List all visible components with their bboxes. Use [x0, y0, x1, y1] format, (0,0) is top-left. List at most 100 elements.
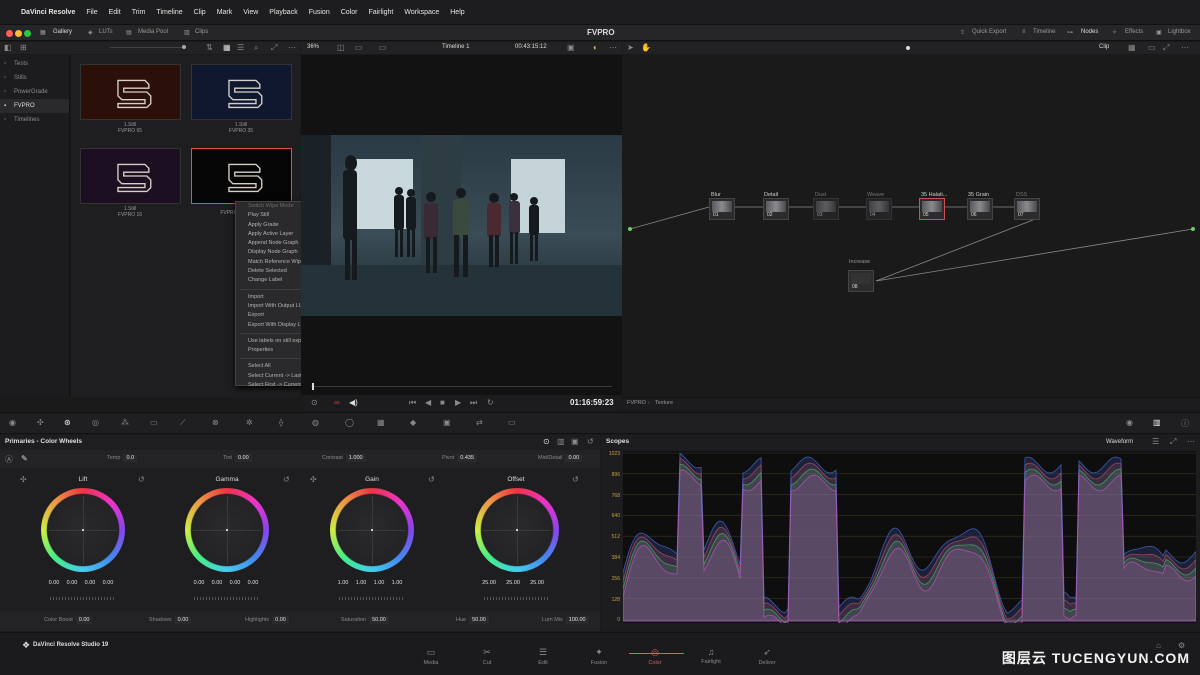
- highlights-param[interactable]: Highlights 0.00: [245, 616, 289, 624]
- sidebar-item-tests[interactable]: ▫ Tests: [0, 57, 69, 71]
- page-cut[interactable]: ✂ Cut: [467, 647, 507, 666]
- gamma-master-wheel[interactable]: [194, 597, 260, 600]
- thumbnail-size-slider[interactable]: [110, 47, 185, 48]
- reset-all-icon[interactable]: ↺: [587, 437, 594, 446]
- menu-color[interactable]: Color: [341, 9, 358, 16]
- close-window-button[interactable]: [6, 30, 13, 37]
- menu-help[interactable]: Help: [450, 9, 464, 16]
- list-view-icon[interactable]: ☰: [237, 43, 244, 52]
- video-viewer[interactable]: [301, 55, 622, 395]
- menu-fairlight[interactable]: Fairlight: [368, 9, 393, 16]
- volume-icon[interactable]: ◀): [349, 398, 358, 407]
- gamma-wheel[interactable]: [185, 488, 269, 572]
- offset-wheel[interactable]: [475, 488, 559, 572]
- menu-playback[interactable]: Playback: [269, 9, 297, 16]
- viewer-mode-icon[interactable]: ▣: [567, 43, 575, 52]
- node-08-increase[interactable]: 08: [848, 270, 874, 292]
- loop-icon[interactable]: ∞: [334, 398, 340, 407]
- lift-wheel[interactable]: [41, 488, 125, 572]
- clips-icon[interactable]: ▥: [184, 29, 190, 36]
- wheels-mode-icon[interactable]: ⊙: [543, 437, 550, 446]
- qualifier-icon[interactable]: ✲: [246, 418, 253, 427]
- log-mode-icon[interactable]: ▣: [571, 437, 579, 446]
- gain-master-wheel[interactable]: [339, 597, 405, 600]
- sizing-icon[interactable]: ⇄: [476, 418, 483, 427]
- node-07-dss[interactable]: 07: [1014, 198, 1040, 220]
- lift-picker-icon[interactable]: ✣: [20, 475, 27, 484]
- fullscreen-icon[interactable]: ⤢: [271, 43, 277, 53]
- sort-icon[interactable]: ⇅: [206, 43, 213, 52]
- menu-fusion[interactable]: Fusion: [309, 9, 330, 16]
- info-eye-icon[interactable]: ◉: [1126, 418, 1133, 427]
- scrub-bar[interactable]: [311, 386, 612, 387]
- page-fairlight[interactable]: ♫ Fairlight: [691, 647, 731, 665]
- quick-export-icon[interactable]: ⇪: [960, 29, 965, 36]
- timeline-tab[interactable]: Timeline: [1033, 29, 1055, 35]
- node-05-halation[interactable]: 05: [919, 198, 945, 220]
- node-view-icon[interactable]: ▭: [1148, 43, 1156, 52]
- page-color[interactable]: ◎ Color: [635, 647, 675, 666]
- playback-options-icon[interactable]: ⊙: [311, 398, 318, 407]
- lift-reset-icon[interactable]: ↺: [138, 475, 145, 484]
- offset-master-wheel[interactable]: [484, 597, 550, 600]
- window-icon[interactable]: ◍: [312, 418, 319, 427]
- magic-mask-icon[interactable]: ▦: [377, 418, 385, 427]
- menu-clip[interactable]: Clip: [194, 9, 206, 16]
- lift-values[interactable]: 0.00 0.00 0.00 0.00: [47, 580, 115, 586]
- page-media[interactable]: ▭ Media: [411, 647, 451, 666]
- eyedropper-icon[interactable]: ⟠: [279, 418, 283, 427]
- menu-mark[interactable]: Mark: [217, 9, 233, 16]
- scope-mode-dropdown[interactable]: Waveform: [1106, 439, 1133, 445]
- node-zoom-handle[interactable]: [906, 46, 910, 50]
- sidebar-item-timelines[interactable]: ▫ Timelines: [0, 113, 69, 127]
- contrast-param[interactable]: Contrast 1.000: [322, 454, 366, 462]
- graph-input[interactable]: [628, 227, 632, 231]
- timeline-dropdown[interactable]: Timeline 1: [442, 44, 469, 50]
- playhead[interactable]: [312, 383, 314, 390]
- saturation-param[interactable]: Saturation 50.00: [341, 616, 389, 624]
- minimize-window-button[interactable]: [15, 30, 22, 37]
- menu-view[interactable]: View: [243, 9, 258, 16]
- lift-master-wheel[interactable]: [50, 597, 116, 600]
- menu-workspace[interactable]: Workspace: [404, 9, 439, 16]
- offset-reset-icon[interactable]: ↺: [572, 475, 579, 484]
- lightbox-tab[interactable]: Lightbox: [1168, 29, 1191, 35]
- layout-icon[interactable]: ⊞: [20, 43, 27, 52]
- grid-view-icon[interactable]: ▦: [223, 43, 231, 52]
- still-thumbnail-1[interactable]: [80, 64, 181, 120]
- gain-reset-icon[interactable]: ↺: [428, 475, 435, 484]
- gain-values[interactable]: 1.00 1.00 1.00 1.00: [336, 580, 404, 586]
- shadows-param[interactable]: Shadows 0.00: [149, 616, 192, 624]
- auto-balance-icon[interactable]: Ⓐ: [5, 454, 13, 465]
- tracker-icon[interactable]: ◯: [345, 418, 354, 427]
- node-fit-icon[interactable]: ⤢: [1163, 43, 1169, 53]
- curves-icon[interactable]: ⟋: [180, 418, 186, 428]
- primaries-icon[interactable]: ⊛: [64, 418, 71, 427]
- breadcrumb-node[interactable]: Texture: [655, 400, 673, 406]
- color-match-icon[interactable]: ✣: [37, 418, 44, 427]
- timeline-icon[interactable]: ≡: [1022, 29, 1026, 35]
- wipe-icon[interactable]: ▭: [355, 43, 363, 52]
- menu-file[interactable]: File: [86, 9, 97, 16]
- luts-icon[interactable]: ◈: [88, 29, 93, 36]
- node-06-grain[interactable]: 06: [967, 198, 993, 220]
- page-edit[interactable]: ☰ Edit: [523, 647, 563, 666]
- scope-settings-icon[interactable]: ☰: [1152, 437, 1159, 446]
- 3d-icon[interactable]: ▭: [508, 418, 516, 427]
- node-03-dust[interactable]: 03: [813, 198, 839, 220]
- gallery-tab[interactable]: Gallery: [53, 29, 72, 35]
- nodes-tab[interactable]: Nodes: [1081, 29, 1098, 35]
- motion-effects-icon[interactable]: ▭: [150, 418, 158, 427]
- mid-detail-param[interactable]: Mid/Detail 0.00: [538, 454, 583, 462]
- still-thumbnail-3[interactable]: [80, 148, 181, 204]
- zoom-window-button[interactable]: [24, 30, 31, 37]
- color-boost-param[interactable]: Color Boost 0.00: [44, 616, 93, 624]
- still-thumbnail-2[interactable]: [191, 64, 292, 120]
- offset-values[interactable]: 25.00 25.00 25.00: [480, 580, 546, 586]
- go-to-start-icon[interactable]: ⏮: [409, 398, 416, 408]
- lum-mix-param[interactable]: Lum Mix 100.00: [542, 616, 589, 624]
- tint-param[interactable]: Tint 0.00: [223, 454, 252, 462]
- gain-picker-icon[interactable]: ✣: [310, 475, 317, 484]
- node-01-blur[interactable]: 01: [709, 198, 735, 220]
- luts-tab[interactable]: LUTs: [99, 29, 113, 35]
